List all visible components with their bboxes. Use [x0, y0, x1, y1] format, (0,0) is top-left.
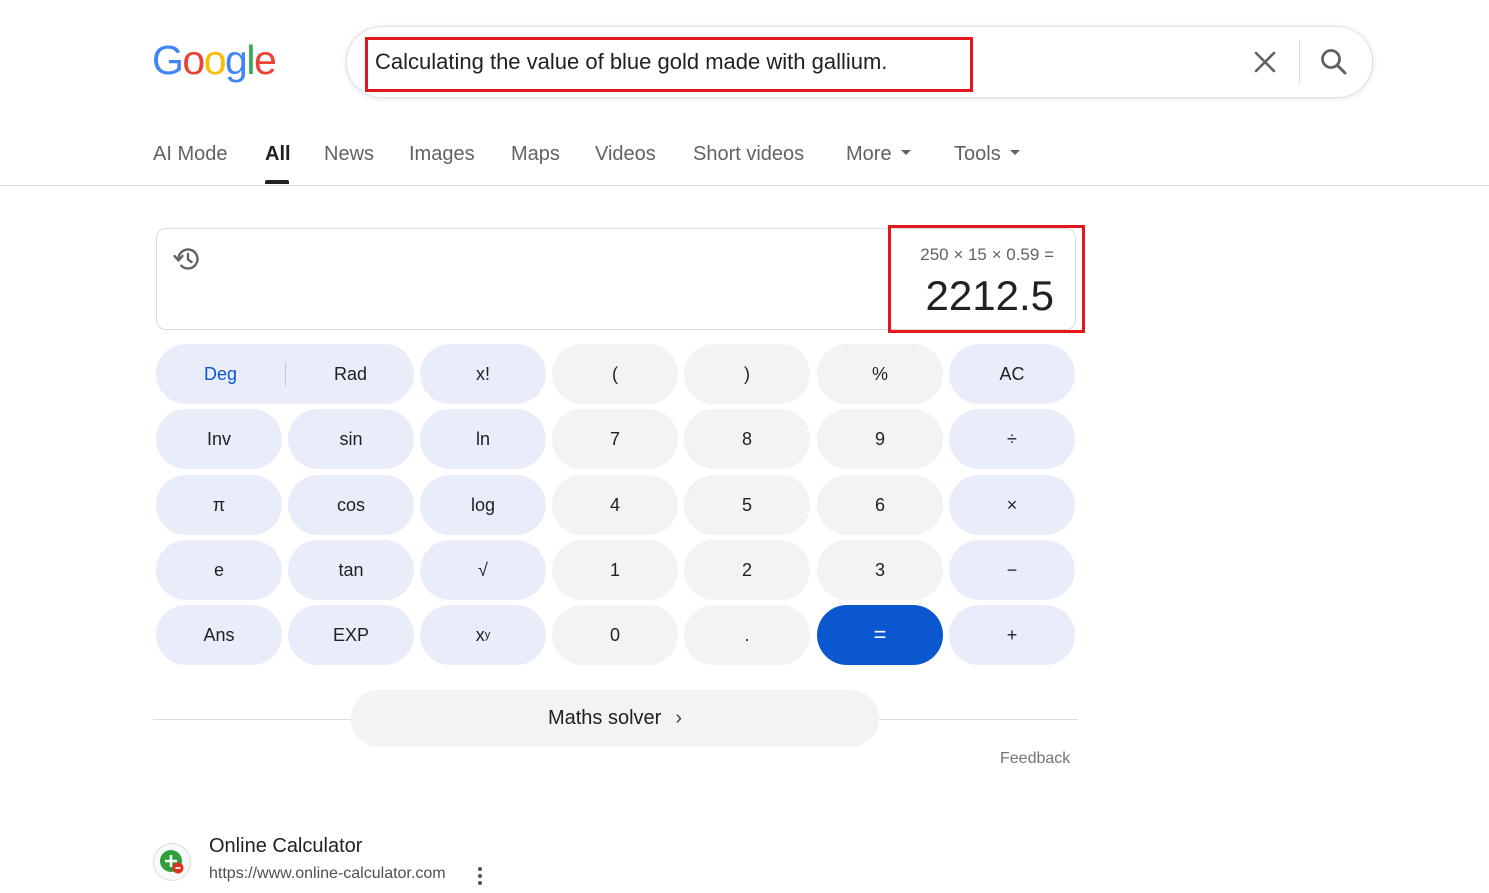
more-options-button[interactable] — [470, 864, 490, 888]
active-tab-indicator — [265, 180, 289, 184]
open-paren-button[interactable]: ( — [552, 344, 678, 404]
angle-mode-toggle[interactable]: Deg Rad — [156, 344, 414, 404]
calculator-favicon-icon — [160, 850, 184, 874]
minus-button[interactable]: − — [949, 540, 1075, 600]
close-icon — [1254, 51, 1276, 73]
digit-7-button[interactable]: 7 — [552, 409, 678, 469]
power-button[interactable]: xy — [420, 605, 546, 665]
query-highlight-box — [365, 37, 973, 92]
chevron-right-icon: › — [675, 707, 683, 729]
ans-button[interactable]: Ans — [156, 605, 282, 665]
ln-button[interactable]: ln — [420, 409, 546, 469]
angle-separator — [285, 362, 286, 386]
logo-letter: e — [253, 37, 277, 83]
result-url[interactable]: https://www.online-calculator.com — [209, 865, 446, 883]
tab-tools-label: Tools — [954, 143, 1001, 165]
digit-2-button[interactable]: 2 — [684, 540, 810, 600]
tab-videos[interactable]: Videos — [595, 140, 656, 168]
tab-more[interactable]: More — [846, 140, 911, 168]
all-clear-button[interactable]: AC — [949, 344, 1075, 404]
feedback-link[interactable]: Feedback — [1000, 750, 1070, 768]
logo-letter: o — [182, 37, 205, 83]
tab-tools[interactable]: Tools — [954, 140, 1020, 168]
tan-button[interactable]: tan — [288, 540, 414, 600]
search-button[interactable] — [1316, 44, 1352, 80]
sqrt-button[interactable]: √ — [420, 540, 546, 600]
digit-4-button[interactable]: 4 — [552, 475, 678, 535]
clear-button[interactable] — [1249, 46, 1281, 78]
cos-button[interactable]: cos — [288, 475, 414, 535]
digit-9-button[interactable]: 9 — [817, 409, 943, 469]
google-logo[interactable]: Google — [152, 37, 277, 83]
power-exponent: y — [484, 629, 491, 641]
close-paren-button[interactable]: ) — [684, 344, 810, 404]
digit-8-button[interactable]: 8 — [684, 409, 810, 469]
tab-more-label: More — [846, 143, 892, 165]
logo-letter: G — [152, 37, 184, 83]
header-divider — [0, 185, 1489, 186]
tab-short-videos[interactable]: Short videos — [693, 140, 804, 168]
search-divider — [1299, 40, 1300, 84]
pi-button[interactable]: π — [156, 475, 282, 535]
equals-button[interactable]: = — [817, 605, 943, 665]
result-site-name[interactable]: Online Calculator — [209, 835, 362, 858]
tab-ai-mode[interactable]: AI Mode — [153, 140, 227, 168]
tab-images[interactable]: Images — [409, 140, 475, 168]
history-icon — [173, 248, 199, 270]
logo-letter: l — [246, 37, 255, 83]
inverse-button[interactable]: Inv — [156, 409, 282, 469]
percent-button[interactable]: % — [817, 344, 943, 404]
digit-1-button[interactable]: 1 — [552, 540, 678, 600]
more-vert-icon — [478, 867, 482, 885]
sin-button[interactable]: sin — [288, 409, 414, 469]
caret-down-icon — [900, 150, 911, 156]
digit-6-button[interactable]: 6 — [817, 475, 943, 535]
digit-0-button[interactable]: 0 — [552, 605, 678, 665]
rad-button[interactable]: Rad — [334, 364, 367, 385]
euler-button[interactable]: e — [156, 540, 282, 600]
tab-news[interactable]: News — [324, 140, 374, 168]
log-button[interactable]: log — [420, 475, 546, 535]
search-icon — [1321, 49, 1347, 75]
site-favicon[interactable] — [153, 843, 191, 881]
factorial-button[interactable]: x! — [420, 344, 546, 404]
decimal-button[interactable]: . — [684, 605, 810, 665]
digit-3-button[interactable]: 3 — [817, 540, 943, 600]
tab-all[interactable]: All — [265, 140, 291, 168]
logo-letter: o — [203, 37, 227, 83]
result-highlight-box — [888, 225, 1085, 333]
maths-solver-label: Maths solver — [547, 707, 662, 729]
history-button[interactable] — [171, 243, 203, 275]
maths-solver-button[interactable]: Maths solver › — [351, 690, 879, 747]
multiply-button[interactable]: × — [949, 475, 1075, 535]
tab-maps[interactable]: Maps — [511, 140, 560, 168]
search-tabs: AI Mode All News Images Maps Videos Shor… — [0, 138, 1489, 186]
logo-letter: g — [225, 37, 248, 83]
plus-button[interactable]: + — [949, 605, 1075, 665]
caret-down-icon — [1009, 150, 1020, 156]
exp-button[interactable]: EXP — [288, 605, 414, 665]
deg-button[interactable]: Deg — [204, 364, 237, 385]
divide-button[interactable]: ÷ — [949, 409, 1075, 469]
digit-5-button[interactable]: 5 — [684, 475, 810, 535]
power-base: x — [475, 624, 485, 645]
